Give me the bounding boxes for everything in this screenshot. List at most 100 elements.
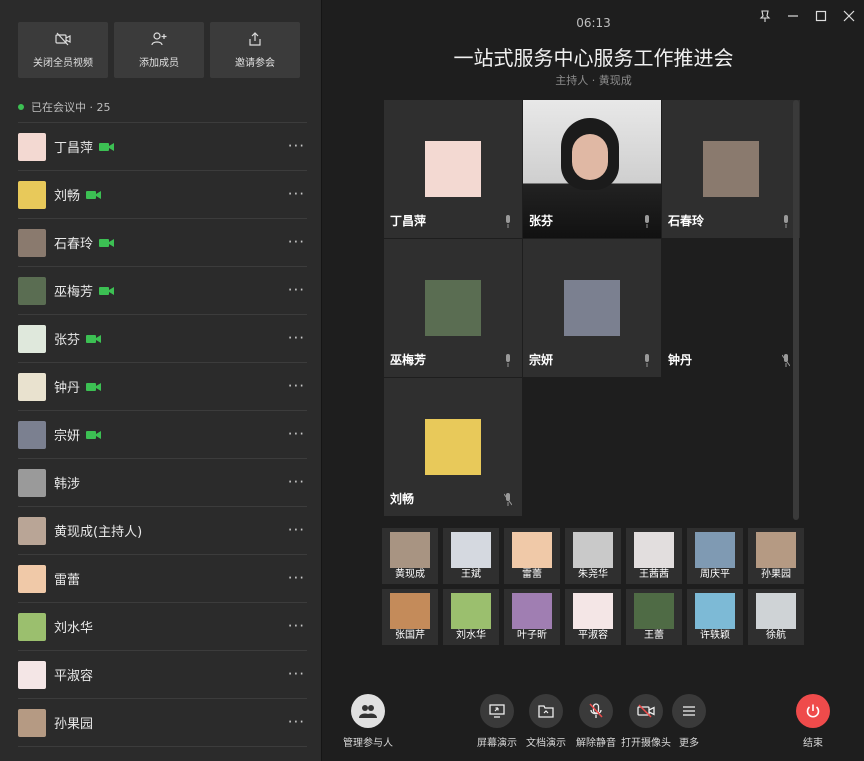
video-tile[interactable]: 巫梅芳 xyxy=(384,239,522,377)
avatar xyxy=(18,132,46,161)
participant-name: 张芬 xyxy=(54,333,81,348)
participant-name: 韩涉 xyxy=(54,477,81,492)
participant-thumbnail[interactable]: 平淑容 xyxy=(565,589,621,645)
participant-thumbnail[interactable]: 黄现成 xyxy=(382,528,438,584)
more-options-icon[interactable]: ··· xyxy=(288,377,305,395)
avatar xyxy=(703,141,759,197)
screen-share-label: 屏幕演示 xyxy=(477,738,517,749)
video-tile[interactable]: 刘畅 xyxy=(384,378,522,516)
participant-row[interactable]: 雷蕾 ··· xyxy=(18,554,307,602)
participant-thumbnail[interactable]: 刘水华 xyxy=(443,589,499,645)
minimize-icon[interactable] xyxy=(786,8,800,22)
more-options-icon[interactable]: ··· xyxy=(288,665,305,683)
participant-row[interactable]: 丁昌萍 ··· xyxy=(18,122,307,170)
more-options-icon[interactable]: ··· xyxy=(288,617,305,635)
unmute-button[interactable]: 解除静音 xyxy=(576,694,616,749)
thumbnail-row: 黄现成 王斌 雷蕾 朱尧华 王茜茜 周庆平 孙果园 xyxy=(382,528,804,584)
doc-share-button[interactable]: 文档演示 xyxy=(526,694,566,749)
participant-row[interactable]: 黄现成(主持人) ··· xyxy=(18,506,307,554)
participant-name: 雷蕾 xyxy=(54,573,81,588)
video-tile[interactable]: 钟丹 xyxy=(662,239,800,377)
participant-name: 丁昌萍 xyxy=(54,141,94,156)
thumbnail-name: 许轶颖 xyxy=(700,630,730,641)
participant-name: 宗妍 xyxy=(54,429,81,444)
more-options-icon[interactable]: ··· xyxy=(288,713,305,731)
participant-name: 钟丹 xyxy=(54,381,81,396)
participant-row[interactable]: 韩涉 ··· xyxy=(18,458,307,506)
participant-row[interactable]: 刘畅 ··· xyxy=(18,170,307,218)
pin-icon[interactable] xyxy=(758,8,772,22)
video-tile[interactable]: 丁昌萍 xyxy=(384,100,522,238)
participant-thumbnail[interactable]: 王茜茜 xyxy=(626,528,682,584)
more-options-icon[interactable]: ··· xyxy=(288,185,305,203)
more-options-icon[interactable]: ··· xyxy=(288,329,305,347)
participant-thumbnail[interactable]: 孙果园 xyxy=(748,528,804,584)
invite-label: 邀请参会 xyxy=(235,58,275,69)
avatar xyxy=(564,280,620,336)
meeting-host: 主持人 · 黄现成 xyxy=(555,74,632,87)
more-options-icon[interactable]: ··· xyxy=(288,425,305,443)
video-tile[interactable]: 宗妍 xyxy=(523,239,661,377)
participant-thumbnail[interactable]: 叶子昕 xyxy=(504,589,560,645)
more-options-icon[interactable]: ··· xyxy=(288,473,305,491)
more-options-icon[interactable]: ··· xyxy=(288,233,305,251)
avatar xyxy=(695,532,735,568)
more-button[interactable]: 更多 xyxy=(672,694,706,749)
avatar xyxy=(512,593,552,629)
bottom-toolbar: 管理参与人 屏幕演示 文档演示 解除静音 打开摄像头 更多 结束 xyxy=(323,690,864,750)
maximize-icon[interactable] xyxy=(814,8,828,22)
screen-share-button[interactable]: 屏幕演示 xyxy=(477,694,517,749)
window-controls xyxy=(758,8,856,22)
participant-row[interactable]: 张芬 ··· xyxy=(18,314,307,362)
participant-row[interactable]: 孙果园 ··· xyxy=(18,698,307,746)
end-meeting-button[interactable]: 结束 xyxy=(796,694,830,749)
participant-thumbnail[interactable]: 周庆平 xyxy=(687,528,743,584)
meeting-stage: 06:13 一站式服务中心服务工作推进会 主持人 · 黄现成 丁昌萍 张芬 石春玲巫… xyxy=(323,0,864,761)
avatar xyxy=(18,468,46,497)
avatar xyxy=(18,564,46,593)
avatar xyxy=(756,532,796,568)
close-icon[interactable] xyxy=(842,8,856,22)
grid-scrollbar[interactable] xyxy=(793,100,799,520)
invite-button[interactable]: 邀请参会 xyxy=(210,22,300,78)
participant-thumbnail[interactable]: 徐航 xyxy=(748,589,804,645)
manage-participants-label: 管理参与人 xyxy=(343,738,393,749)
participant-thumbnail[interactable]: 朱尧华 xyxy=(565,528,621,584)
mute-all-video-button[interactable]: 关闭全员视频 xyxy=(18,22,108,78)
participant-thumbnail[interactable]: 王斌 xyxy=(443,528,499,584)
tile-name: 刘畅 xyxy=(390,492,415,506)
more-options-icon[interactable]: ··· xyxy=(288,521,305,539)
more-options-icon[interactable]: ··· xyxy=(288,137,305,155)
camera-button[interactable]: 打开摄像头 xyxy=(621,694,671,749)
camera-off-icon xyxy=(55,32,71,46)
participant-row[interactable]: 钟丹 ··· xyxy=(18,362,307,410)
more-options-icon[interactable]: ··· xyxy=(288,281,305,299)
document-icon xyxy=(538,705,554,718)
video-tile[interactable]: 石春玲 xyxy=(662,100,800,238)
thumbnail-name: 叶子昕 xyxy=(517,630,547,641)
video-tile[interactable]: 张芬 xyxy=(523,100,661,238)
manage-participants-button[interactable]: 管理参与人 xyxy=(343,694,393,749)
avatar xyxy=(18,708,46,737)
participant-thumbnail[interactable]: 雷蕾 xyxy=(504,528,560,584)
participant-thumbnail[interactable]: 张国芹 xyxy=(382,589,438,645)
mic-muted-icon xyxy=(782,354,790,367)
participant-thumbnail[interactable]: 许轶颖 xyxy=(687,589,743,645)
participant-thumbnail[interactable]: 王蕾 xyxy=(626,589,682,645)
menu-icon xyxy=(683,706,695,716)
thumbnail-name: 朱尧华 xyxy=(578,569,608,580)
avatar xyxy=(18,612,46,641)
participant-row[interactable]: 平淑容 ··· xyxy=(18,650,307,698)
participant-row[interactable]: 宗妍 ··· xyxy=(18,410,307,458)
participant-row[interactable]: 刘水华 ··· xyxy=(18,602,307,650)
mic-icon xyxy=(506,215,510,228)
tile-name: 石春玲 xyxy=(668,214,705,228)
more-options-icon[interactable]: ··· xyxy=(288,569,305,587)
mic-icon xyxy=(645,215,649,228)
avatar xyxy=(425,419,481,475)
participant-row[interactable]: 石春玲 ··· xyxy=(18,218,307,266)
mic-muted-icon xyxy=(504,493,512,506)
add-member-button[interactable]: 添加成员 xyxy=(114,22,204,78)
participant-row[interactable]: 巫梅芳 ··· xyxy=(18,266,307,314)
participant-count: 25 xyxy=(90,101,111,114)
